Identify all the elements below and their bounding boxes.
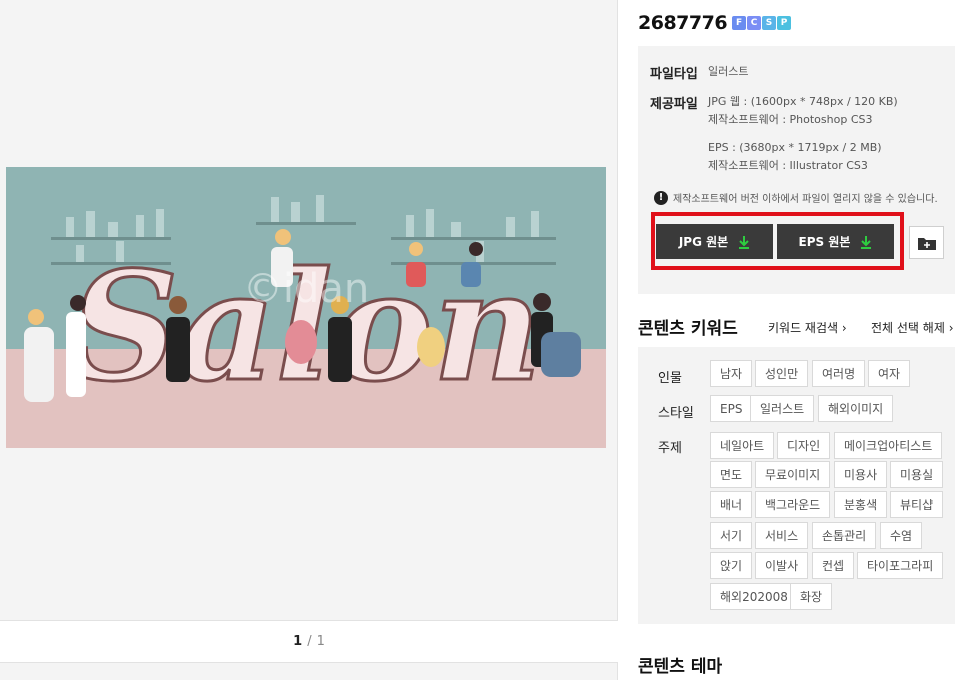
keyword-tag[interactable]: 컨셉	[812, 552, 855, 579]
category-style: 스타일	[658, 406, 694, 421]
folder-plus-icon	[917, 237, 936, 250]
file-info-box: 파일타입 일러스트 제공파일 JPG 웹 : (1600px * 748px /…	[638, 46, 955, 294]
preview-image[interactable]: Salon	[6, 167, 606, 448]
preview-pane: Salon	[0, 0, 618, 680]
keyword-tag[interactable]: 앉기	[710, 552, 753, 579]
keyword-box: 인물 남자 성인만 여러명 여자 스타일 EPS 일러스트 해외이미지 주제 네…	[638, 347, 955, 624]
jpg-software: 제작소프트웨어 : Photoshop CS3	[708, 113, 873, 126]
eps-software: 제작소프트웨어 : Illustrator CS3	[708, 159, 868, 172]
eps-spec: EPS : (3680px * 1719px / 2 MB)	[708, 141, 882, 154]
keyword-tag[interactable]: 네일아트	[710, 432, 775, 459]
keyword-tag[interactable]: 이발사	[755, 552, 809, 579]
theme-title: 콘텐츠 테마	[638, 657, 723, 677]
keyword-tag[interactable]: 미용사	[834, 461, 888, 488]
download-arrow-icon	[861, 235, 872, 249]
file-type-label: 파일타입	[650, 67, 698, 82]
deselect-all-link[interactable]: 전체 선택 해제 ›	[871, 319, 954, 336]
keyword-tag[interactable]: 면도	[710, 461, 753, 488]
content-id-row: 2687776 F C S P	[638, 12, 792, 34]
keyword-tag[interactable]: 서기	[710, 522, 753, 549]
keyword-tag[interactable]: 일러스트	[750, 395, 815, 422]
license-badges: F C S P	[732, 16, 792, 30]
keyword-tag[interactable]: 미용실	[890, 461, 944, 488]
keyword-tag[interactable]: 수염	[880, 522, 923, 549]
keyword-tag[interactable]: 뷰티샵	[890, 491, 944, 518]
jpg-download-label: JPG 원본	[678, 235, 729, 249]
watermark: ©idan	[243, 266, 369, 312]
category-person: 인물	[658, 371, 682, 386]
keyword-tag[interactable]: 손톱관리	[812, 522, 877, 549]
license-badge-c: C	[747, 16, 762, 30]
license-badge-f: F	[732, 16, 747, 30]
keyword-tag[interactable]: 백그라운드	[755, 491, 831, 518]
keyword-tag[interactable]: 여자	[868, 360, 911, 387]
jpg-download-button[interactable]: JPG 원본	[656, 224, 773, 259]
keyword-tag[interactable]: 여러명	[812, 360, 866, 387]
jpg-spec: JPG 웹 : (1600px * 748px / 120 KB)	[708, 95, 898, 108]
keyword-tag[interactable]: 타이포그라피	[857, 552, 944, 579]
pager-separator: /	[307, 634, 312, 649]
content-id: 2687776	[638, 12, 728, 34]
keyword-header: 콘텐츠 키워드 키워드 재검색 › 전체 선택 해제 ›	[638, 314, 963, 339]
keyword-tag[interactable]: 메이크업아티스트	[834, 432, 943, 459]
keyword-tag[interactable]: 화장	[790, 583, 833, 610]
keyword-tag[interactable]: 디자인	[777, 432, 831, 459]
keyword-tag[interactable]: 서비스	[755, 522, 809, 549]
keyword-tag[interactable]: 배너	[710, 491, 753, 518]
category-subject: 주제	[658, 441, 682, 456]
license-badge-p: P	[777, 16, 792, 30]
keyword-tag[interactable]: 성인만	[755, 360, 809, 387]
keyword-tag[interactable]: 남자	[710, 360, 753, 387]
keyword-tag[interactable]: 분홍색	[834, 491, 888, 518]
keyword-tag[interactable]: EPS	[710, 395, 753, 422]
keyword-research-link[interactable]: 키워드 재검색 ›	[768, 319, 847, 336]
keyword-tag[interactable]: 해외이미지	[818, 395, 894, 422]
salon-illustration: Salon	[6, 167, 606, 448]
keyword-tag[interactable]: 해외202008	[710, 583, 798, 610]
eps-download-button[interactable]: EPS 원본	[777, 224, 894, 259]
eps-download-label: EPS 원본	[798, 235, 851, 249]
version-warning: ! 제작소프트웨어 버전 이하에서 파일이 열리지 않을 수 있습니다.	[654, 190, 938, 205]
keyword-tag[interactable]: 무료이미지	[755, 461, 831, 488]
files-label: 제공파일	[650, 97, 698, 112]
warning-text: 제작소프트웨어 버전 이하에서 파일이 열리지 않을 수 있습니다.	[673, 194, 938, 205]
file-type-value: 일러스트	[708, 65, 749, 78]
keyword-title: 콘텐츠 키워드	[638, 319, 738, 339]
download-arrow-icon	[739, 235, 750, 249]
exclamation-icon: !	[654, 190, 668, 205]
add-to-folder-button[interactable]	[909, 226, 944, 259]
license-badge-s: S	[762, 16, 777, 30]
pager: 1 / 1	[0, 620, 618, 663]
pager-total: 1	[316, 634, 325, 649]
pager-current: 1	[293, 634, 303, 649]
